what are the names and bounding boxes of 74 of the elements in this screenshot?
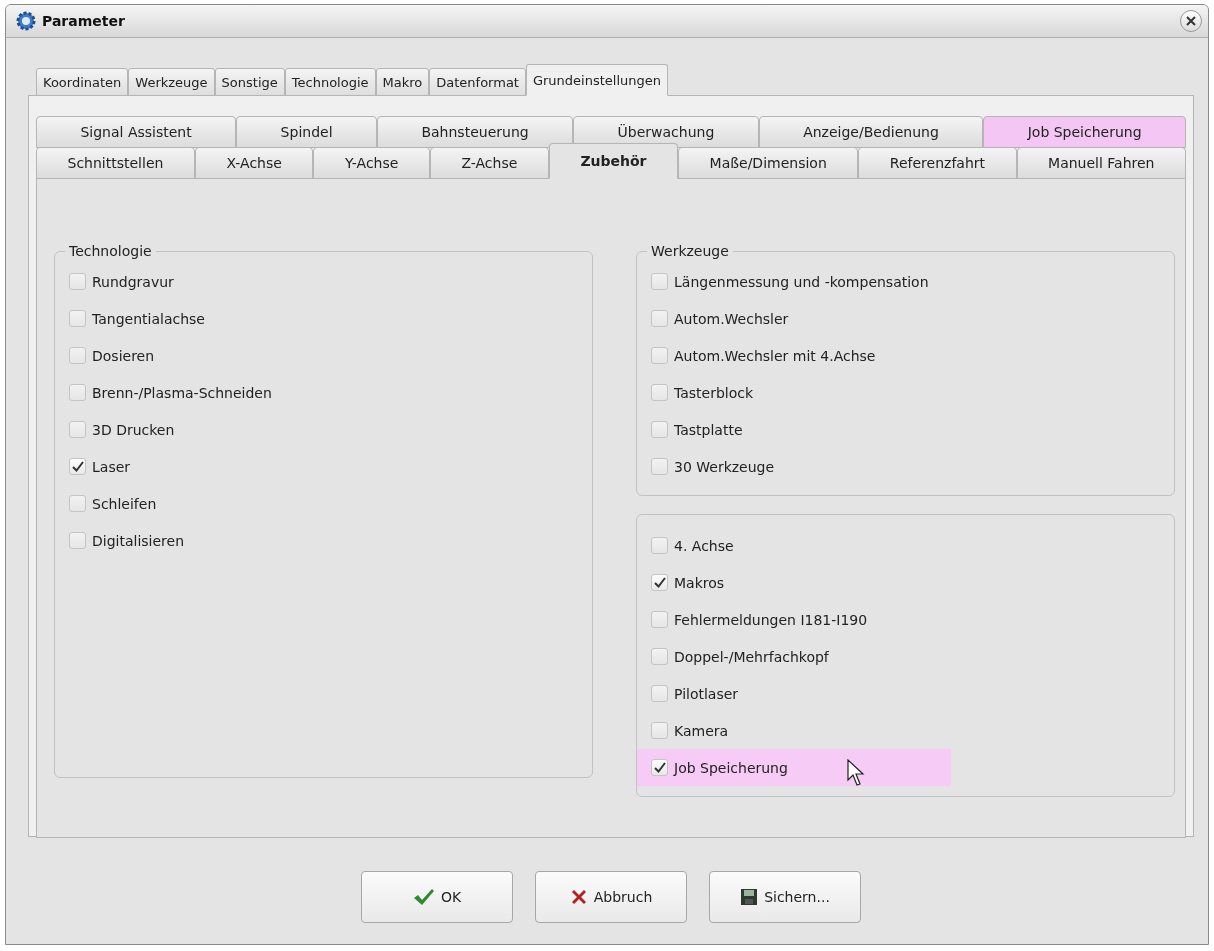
checkbox[interactable] — [651, 759, 668, 776]
checkbox[interactable] — [69, 347, 86, 364]
checkbox[interactable] — [651, 273, 668, 290]
checkbox-label: Laser — [92, 458, 131, 475]
tab[interactable]: Manuell Fahren — [1016, 147, 1186, 179]
mouse-pointer-icon — [847, 759, 867, 787]
tab[interactable]: Schnittstellen — [36, 147, 195, 179]
checkbox[interactable] — [651, 384, 668, 401]
checkbox[interactable] — [69, 310, 86, 327]
checkbox-label: Längenmessung und -kompensation — [674, 273, 929, 290]
checkbox-label: Tasterblock — [674, 384, 754, 401]
checkbox-label: Fehlermeldungen I181-I190 — [674, 611, 868, 628]
checkbox-label: Rundgravur — [92, 273, 174, 290]
checkbox[interactable] — [69, 384, 86, 401]
tab[interactable]: Sonstige — [214, 68, 285, 96]
checkbox-label: 4. Achse — [674, 537, 734, 554]
close-icon — [1186, 16, 1196, 26]
checkbox[interactable] — [69, 532, 86, 549]
checkbox[interactable] — [651, 537, 668, 554]
checkbox-label: Autom.Wechsler mit 4.Achse — [674, 347, 876, 364]
ok-button[interactable]: OK — [361, 871, 513, 923]
checkbox[interactable] — [69, 273, 86, 290]
tab[interactable]: Job Speicherung — [983, 116, 1187, 148]
tab[interactable]: Z-Achse — [429, 147, 549, 179]
tab[interactable]: Spindel — [236, 116, 377, 148]
checkbox[interactable] — [651, 611, 668, 628]
tab[interactable]: Anzeige/Bedienung — [758, 116, 984, 148]
checkbox-label: Digitalisieren — [92, 532, 185, 549]
checkbox-label: Autom.Wechsler — [674, 310, 789, 327]
checkbox-label: Schleifen — [92, 495, 157, 512]
checkmark-icon — [412, 888, 435, 906]
checkbox[interactable] — [651, 685, 668, 702]
checkbox-label: 3D Drucken — [92, 421, 175, 438]
checkbox-label: Makros — [674, 574, 725, 591]
close-button[interactable] — [1180, 10, 1202, 32]
group-title: Werkzeuge — [650, 243, 730, 259]
checkbox-label: Doppel-/Mehrfachkopf — [674, 648, 829, 665]
checkbox[interactable] — [69, 458, 86, 475]
checkbox[interactable] — [651, 574, 668, 591]
checkbox-label: Tangentialachse — [92, 310, 205, 327]
checkbox[interactable] — [651, 722, 668, 739]
tab[interactable]: Referenzfahrt — [858, 147, 1017, 179]
tab[interactable]: Makro — [375, 68, 430, 96]
tab[interactable]: Überwachung — [573, 116, 759, 148]
checkbox-label: Brenn-/Plasma-Schneiden — [92, 384, 272, 401]
checkbox-label: Pilotlaser — [674, 685, 739, 702]
cancel-button[interactable]: Abbruch — [535, 871, 687, 923]
checkbox[interactable] — [651, 310, 668, 327]
checkbox-label: Tastplatte — [674, 421, 743, 438]
tab[interactable]: Werkzeuge — [128, 68, 215, 96]
tab[interactable]: Grundeinstellungen — [525, 64, 668, 96]
checkbox-label: Dosieren — [92, 347, 155, 364]
tab[interactable]: X-Achse — [194, 147, 314, 179]
tab[interactable]: Maße/Dimension — [678, 147, 859, 179]
save-button[interactable]: Sichern... — [709, 871, 861, 923]
tab[interactable]: Zubehör — [548, 143, 679, 179]
tab[interactable]: Technologie — [284, 68, 376, 96]
checkbox[interactable] — [651, 648, 668, 665]
tab[interactable]: Koordinaten — [36, 68, 129, 96]
tab[interactable]: Y-Achse — [313, 147, 430, 179]
tab[interactable]: Signal Assistent — [36, 116, 237, 148]
checkbox[interactable] — [651, 347, 668, 364]
checkbox[interactable] — [651, 458, 668, 475]
checkbox-label: 30 Werkzeuge — [674, 458, 775, 475]
tab[interactable]: Bahnsteuerung — [377, 116, 574, 148]
checkbox[interactable] — [69, 421, 86, 438]
gear-icon — [16, 11, 36, 31]
window-title: Parameter — [42, 13, 126, 29]
checkbox-label: Kamera — [674, 722, 729, 739]
checkbox-label: Job Speicherung — [674, 759, 788, 776]
tab[interactable]: Datenformat — [429, 68, 526, 96]
checkbox[interactable] — [69, 495, 86, 512]
checkbox[interactable] — [651, 421, 668, 438]
group-title: Technologie — [68, 243, 153, 259]
